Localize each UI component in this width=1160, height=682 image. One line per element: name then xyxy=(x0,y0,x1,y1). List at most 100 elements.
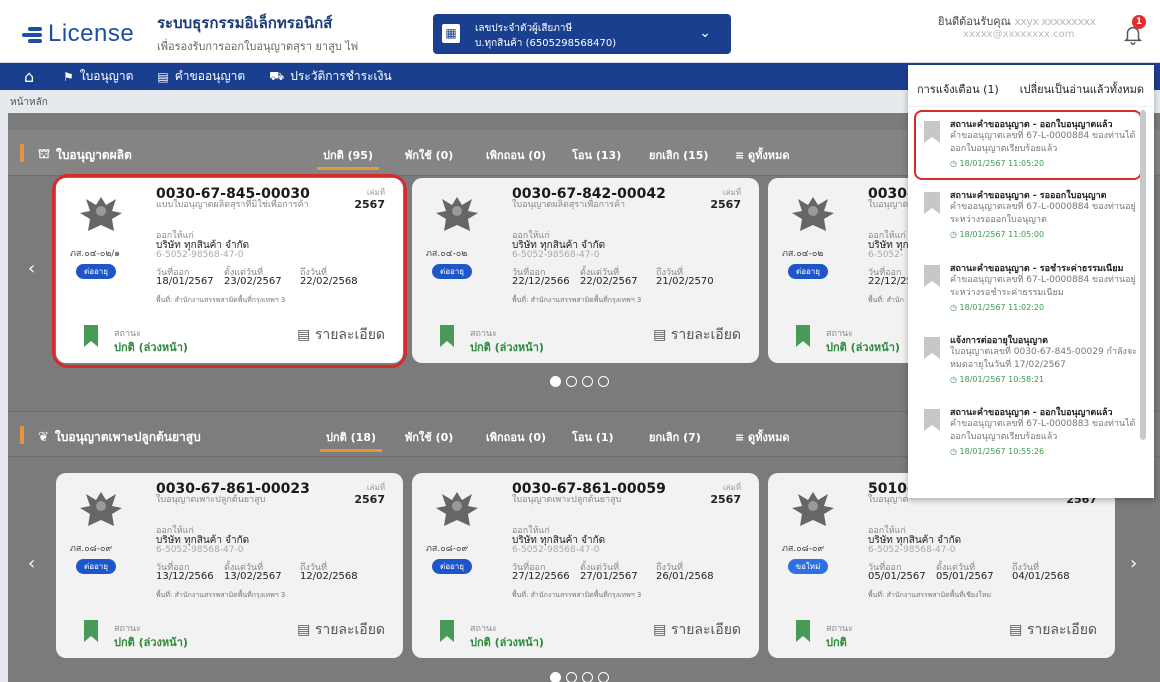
carousel-dot[interactable] xyxy=(598,672,609,682)
status-value: ปกติ (ล่วงหน้า) xyxy=(470,341,544,354)
bookmark-icon xyxy=(796,620,810,642)
status-value: ปกติ (ล่วงหน้า) xyxy=(114,636,188,649)
mark-all-read-button[interactable]: เปลี่ยนเป็นอ่านแล้วทั้งหมด xyxy=(1020,80,1144,98)
section-title: ⛫ ใบอนุญาตผลิต xyxy=(38,146,132,165)
time-text: 18/01/2567 11:02:20 xyxy=(959,303,1045,312)
license-card[interactable]: ภส.๐๔-๐๒ ต่ออายุ 0030-67-842-00042 ใบอนุ… xyxy=(412,178,759,363)
renew-button[interactable]: ต่ออายุ xyxy=(788,264,828,279)
breadcrumb[interactable]: หน้าหลัก xyxy=(10,95,48,110)
garuda-emblem-icon xyxy=(80,492,122,526)
notification-panel: การแจ้งเตือน (1) เปลี่ยนเป็นอ่านแล้วทั้ง… xyxy=(908,65,1154,498)
chevron-down-icon: ⌄ xyxy=(699,25,711,41)
license-year: 2567 xyxy=(710,493,741,506)
details-link[interactable]: ▤ รายละเอียด xyxy=(653,619,741,641)
building-icon: ▦ xyxy=(442,24,460,43)
tab-view-all[interactable]: ≡ ดูทั้งหมด xyxy=(735,146,789,164)
taxpayer-value: บ.ทุกสินค้า (6505298568470) xyxy=(475,38,617,49)
tab-transferred[interactable]: โอน (13) xyxy=(572,146,621,164)
notification-badge: 1 xyxy=(1132,15,1146,29)
notification-item[interactable]: สถานะคำขออนุญาต - รอออกใบอนุญาต คำขออนุญ… xyxy=(916,188,1144,244)
new-request-button[interactable]: ขอใหม่ xyxy=(788,559,828,574)
tab-cancelled[interactable]: ยกเลิก (7) xyxy=(649,428,701,446)
system-title-block: ระบบธุรกรรมอิเล็กทรอนิกส์ เพื่อรองรับการ… xyxy=(157,11,358,55)
document-icon: ▤ xyxy=(157,69,169,84)
tab-cancelled[interactable]: ยกเลิก (15) xyxy=(649,146,708,164)
home-icon[interactable]: ⌂ xyxy=(24,67,43,86)
nav-licenses[interactable]: ⚑ ใบอนุญาต xyxy=(63,67,133,86)
highlight-annotation xyxy=(914,110,1142,180)
notification-item-title: สถานะคำขออนุญาต - ออกใบอนุญาตแล้ว xyxy=(950,408,1113,418)
section-accent-bar xyxy=(20,426,24,444)
notification-item[interactable]: สถานะคำขออนุญาต - รอชำระค่าธรรมเนียม คำข… xyxy=(916,261,1144,317)
details-label: รายละเอียด xyxy=(670,327,741,343)
details-label: รายละเอียด xyxy=(1026,622,1097,638)
renew-button[interactable]: ต่ออายุ xyxy=(432,264,472,279)
carousel-dot[interactable] xyxy=(598,376,609,387)
license-type: ใบอนุญาตผลิตสุราเพื่อการค้า xyxy=(512,200,626,210)
tab-normal[interactable]: ปกติ (95) xyxy=(317,146,379,170)
end-date: 04/01/2568 xyxy=(1012,571,1070,582)
tab-transferred[interactable]: โอน (1) xyxy=(572,428,614,446)
tab-revoked[interactable]: เพิกถอน (0) xyxy=(486,146,546,164)
bookmark-icon xyxy=(796,325,810,347)
office-area: พื้นที่: สำนักงานสรรพสามิตพื้นที่กรุงเทพ… xyxy=(512,296,642,304)
form-code: ภส.๐๘-๐๙ xyxy=(426,544,469,554)
carousel-dot[interactable] xyxy=(566,672,577,682)
office-area: พื้นที่: สำนักงานสรรพสามิตพื้นที่กรุงเทพ… xyxy=(156,591,286,599)
chevron-left-icon[interactable]: ‹ xyxy=(28,553,35,574)
system-subtitle: เพื่อรองรับการออกใบอนุญาตสุรา ยาสูบ ไพ่ xyxy=(157,40,359,53)
carousel-dot[interactable] xyxy=(550,376,561,387)
start-date: 27/01/2567 xyxy=(580,571,638,582)
status-value: ปกติ (ล่วงหน้า) xyxy=(826,341,900,354)
tab-revoked[interactable]: เพิกถอน (0) xyxy=(486,428,546,446)
end-date: 21/02/2570 xyxy=(656,276,714,287)
license-card[interactable]: ภส.๐๘-๐๙ ขอใหม่ 5010-6 ใบอนุญาต 2567 ออก… xyxy=(768,473,1115,658)
form-code: ภส.๐๔-๐๒ xyxy=(426,249,468,259)
carousel-dots xyxy=(550,376,609,387)
details-link[interactable]: ▤ รายละเอียด xyxy=(1009,619,1097,641)
details-link[interactable]: ▤ รายละเอียด xyxy=(653,324,741,346)
tab-view-all[interactable]: ≡ ดูทั้งหมด xyxy=(735,428,789,446)
nav-payment-history[interactable]: ⛟ ประวัติการชำระเงิน xyxy=(269,67,392,86)
office-area: พื้นที่: สำนัก xyxy=(868,296,904,304)
notification-scrollbar[interactable] xyxy=(1140,110,1146,440)
chevron-right-icon[interactable]: › xyxy=(1130,553,1137,574)
tax-id: 6-5052-98568-47-0 xyxy=(512,250,600,260)
time-text: 18/01/2567 11:05:00 xyxy=(959,230,1045,239)
notification-item[interactable]: แจ้งการต่ออายุใบอนุญาต ใบอนุญาตเลขที่ 00… xyxy=(916,333,1144,389)
carousel-dot[interactable] xyxy=(582,672,593,682)
bookmark-icon xyxy=(924,337,940,359)
chevron-left-icon[interactable]: ‹ xyxy=(28,258,35,279)
license-card[interactable]: ภส.๐๘-๐๙ ต่ออายุ 0030-67-861-00059 ใบอนุ… xyxy=(412,473,759,658)
carousel-dot[interactable] xyxy=(582,376,593,387)
welcome-text: ยินดีต้อนรับคุณ xxyx xxxxxxxxx xyxy=(938,12,1096,30)
section-title: ❦ ใบอนุญาตเพาะปลูกต้นยาสูบ xyxy=(38,428,201,447)
bookmark-icon xyxy=(84,620,98,642)
carousel-dot[interactable] xyxy=(550,672,561,682)
notification-item-time: ◷ 18/01/2567 10:55:26 xyxy=(950,447,1045,456)
tax-id: 6-5052-98568-47-0 xyxy=(156,545,244,555)
carousel-dot[interactable] xyxy=(566,376,577,387)
notification-header: การแจ้งเตือน (1) เปลี่ยนเป็นอ่านแล้วทั้ง… xyxy=(908,65,1154,107)
notification-item[interactable]: สถานะคำขออนุญาต - ออกใบอนุญาตแล้ว คำขออน… xyxy=(916,405,1144,461)
nav-requests[interactable]: ▤ คำขออนุญาต xyxy=(157,67,245,86)
license-year: 2567 xyxy=(710,198,741,211)
taxpayer-selector[interactable]: ▦ เลขประจำตัวผู้เสียภาษี บ.ทุกสินค้า (65… xyxy=(433,14,731,54)
tab-suspended[interactable]: พักใช้ (0) xyxy=(405,428,453,446)
license-year: 2567 xyxy=(354,493,385,506)
details-label: รายละเอียด xyxy=(314,622,385,638)
renew-button[interactable]: ต่ออายุ xyxy=(432,559,472,574)
details-link[interactable]: ▤ รายละเอียด xyxy=(297,619,385,641)
renew-button[interactable]: ต่ออายุ xyxy=(76,559,116,574)
tab-suspended[interactable]: พักใช้ (0) xyxy=(405,146,453,164)
user-name: xxyx xxxxxxxxx xyxy=(1014,15,1096,28)
notification-title: การแจ้งเตือน (1) xyxy=(917,83,999,96)
section-accent-bar xyxy=(20,144,24,162)
tab-normal[interactable]: ปกติ (18) xyxy=(320,428,382,452)
notification-item-body: ใบอนุญาตเลขที่ 0030-67-845-00029 กำลังจะ… xyxy=(950,347,1138,370)
license-card[interactable]: ภส.๐๘-๐๙ ต่ออายุ 0030-67-861-00023 ใบอนุ… xyxy=(56,473,403,658)
tax-id: 6-5052-98568-47-0 xyxy=(868,545,956,555)
end-date: 12/02/2568 xyxy=(300,571,358,582)
section-title-text: ใบอนุญาตเพาะปลูกต้นยาสูบ xyxy=(54,430,201,444)
license-logo[interactable]: License xyxy=(22,20,134,48)
